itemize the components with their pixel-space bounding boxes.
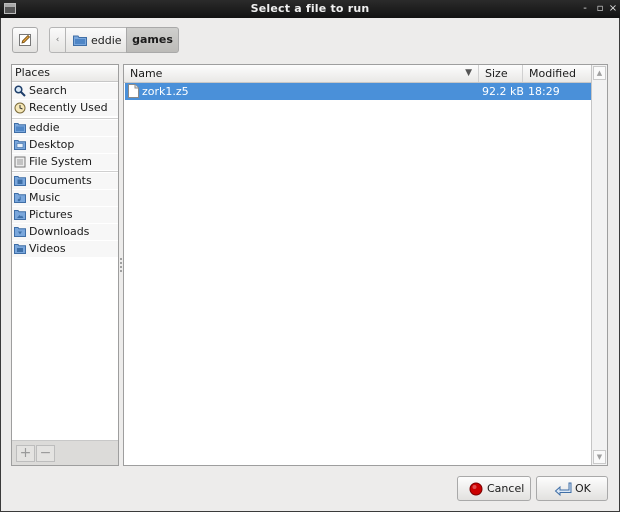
places-item-label: File System xyxy=(29,155,92,168)
pane-resize-handle[interactable] xyxy=(119,258,122,274)
column-name-label: Name xyxy=(130,67,163,80)
ok-button[interactable]: OK xyxy=(536,476,608,501)
places-item-pictures[interactable]: Pictures xyxy=(12,207,118,223)
places-item-label: Pictures xyxy=(29,208,73,221)
maximize-button[interactable]: ▫ xyxy=(594,2,606,15)
places-item-desktop[interactable]: Desktop xyxy=(12,137,118,153)
places-item-label: Downloads xyxy=(29,225,90,238)
file-name: zork1.z5 xyxy=(142,85,189,98)
home-folder-icon xyxy=(14,123,26,133)
drive-icon xyxy=(14,156,26,168)
title-bar: Select a file to run - ▫ × xyxy=(0,0,620,18)
pencil-icon xyxy=(19,34,31,46)
cancel-label: Cancel xyxy=(487,482,525,495)
places-item-music[interactable]: Music xyxy=(12,190,118,206)
column-header-modified[interactable]: Modified xyxy=(523,65,591,82)
file-modified: 18:29 xyxy=(528,85,560,98)
type-location-button[interactable] xyxy=(12,27,38,53)
videos-folder-icon xyxy=(14,244,26,254)
path-segment-label: eddie xyxy=(91,34,122,47)
home-folder-icon xyxy=(73,35,87,46)
column-header-name[interactable]: Name ▼ xyxy=(124,65,479,82)
places-item-videos[interactable]: Videos xyxy=(12,241,118,257)
documents-folder-icon xyxy=(14,176,26,186)
places-sidebar: Places Search Recently Used eddie Deskto… xyxy=(11,64,119,466)
places-item-recently-used[interactable]: Recently Used xyxy=(12,100,118,116)
file-list-scrollbar[interactable]: ▲ ▼ xyxy=(591,65,607,465)
pictures-folder-icon xyxy=(14,210,26,220)
scroll-up-button[interactable]: ▲ xyxy=(593,66,606,80)
path-segment-games[interactable]: games xyxy=(126,27,179,53)
file-list-header: Name ▼ Size Modified xyxy=(124,65,591,83)
file-size: 92.2 kB xyxy=(482,85,524,98)
clock-icon xyxy=(14,102,26,114)
places-separator xyxy=(12,171,118,172)
window-title: Select a file to run xyxy=(250,2,370,15)
places-item-label: Recently Used xyxy=(29,101,108,114)
places-item-label: Documents xyxy=(29,174,92,187)
places-item-label: Desktop xyxy=(29,138,75,151)
minimize-button[interactable]: - xyxy=(579,2,591,15)
places-item-label: eddie xyxy=(29,121,60,134)
scroll-down-button[interactable]: ▼ xyxy=(593,450,606,464)
places-item-downloads[interactable]: Downloads xyxy=(12,224,118,240)
places-item-search[interactable]: Search xyxy=(12,83,118,99)
downloads-folder-icon xyxy=(14,227,26,237)
search-icon xyxy=(14,85,26,97)
remove-bookmark-button[interactable]: − xyxy=(36,445,55,462)
desktop-folder-icon xyxy=(14,140,26,150)
cancel-icon xyxy=(469,482,483,496)
places-item-file-system[interactable]: File System xyxy=(12,154,118,170)
places-item-documents[interactable]: Documents xyxy=(12,173,118,189)
places-item-label: Videos xyxy=(29,242,66,255)
places-item-label: Music xyxy=(29,191,61,204)
cancel-button[interactable]: Cancel xyxy=(457,476,531,501)
column-header-size[interactable]: Size xyxy=(479,65,523,82)
file-list: Name ▼ Size Modified zork1.z5 92.2 kB 18… xyxy=(123,64,608,466)
file-icon xyxy=(128,84,139,98)
add-bookmark-button[interactable]: + xyxy=(16,445,35,462)
places-item-label: Search xyxy=(29,84,67,97)
places-header[interactable]: Places xyxy=(12,65,118,82)
music-folder-icon xyxy=(14,193,26,203)
file-row[interactable]: zork1.z5 92.2 kB 18:29 xyxy=(125,83,591,100)
places-footer: + − xyxy=(12,440,118,465)
places-item-eddie[interactable]: eddie xyxy=(12,120,118,136)
sort-descending-icon: ▼ xyxy=(465,68,472,78)
path-scroll-left-button[interactable]: ‹ xyxy=(49,27,66,53)
ok-label: OK xyxy=(575,482,591,495)
close-button[interactable]: × xyxy=(607,2,619,15)
places-separator xyxy=(12,118,118,119)
enter-arrow-icon xyxy=(554,482,572,497)
